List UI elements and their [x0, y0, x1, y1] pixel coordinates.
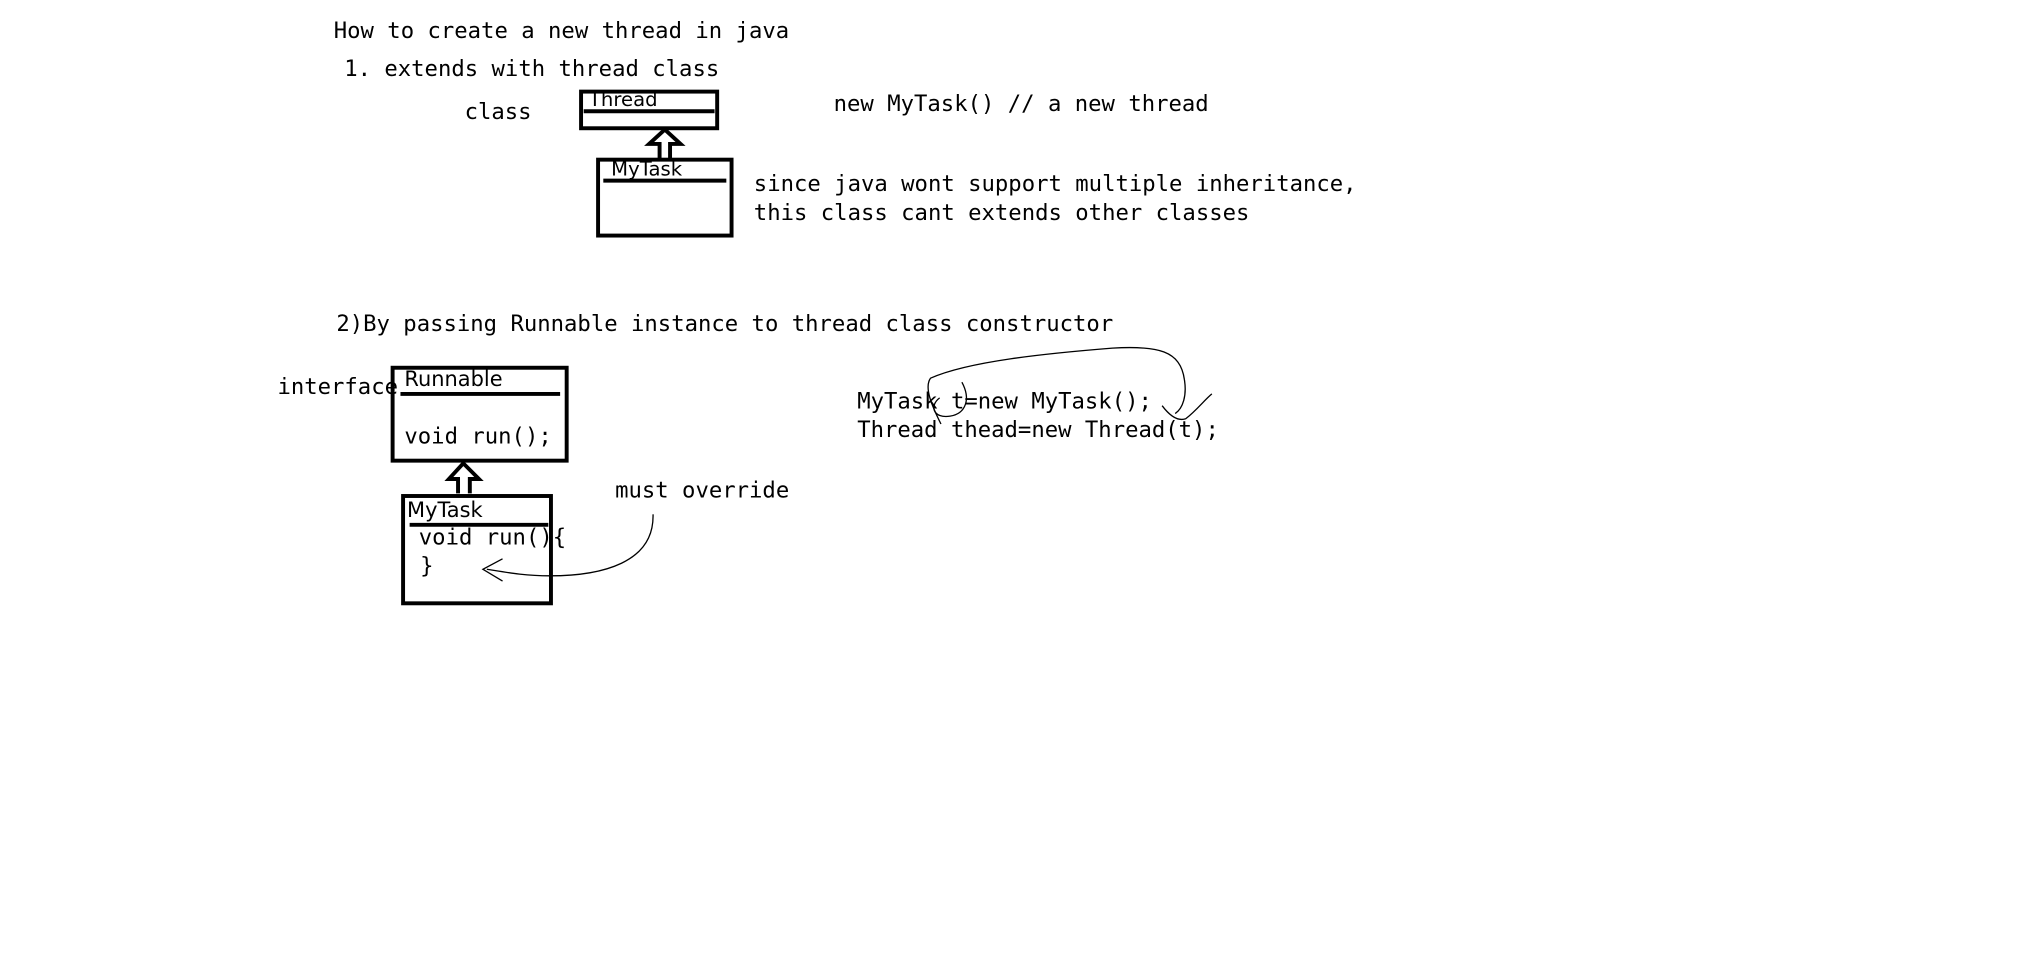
mytask-run-method-close: }: [420, 553, 434, 580]
thread-class-label: Thread: [588, 87, 658, 112]
extends-arrow-1: [644, 126, 686, 159]
page-title: How to create a new thread in java: [333, 18, 790, 45]
new-mytask-code: new MyTask() // a new thread: [833, 91, 1209, 118]
runnable-run-method: void run();: [404, 424, 552, 451]
interface-keyword: interface: [277, 374, 399, 401]
inheritance-note-line1: since java wont support multiple inherit…: [753, 171, 1357, 198]
mytask-run-method-open: void run(){: [418, 524, 567, 551]
inheritance-note-line2: this class cant extends other classes: [753, 200, 1250, 227]
must-override-annotation: must override: [615, 477, 790, 504]
runnable-code-line2: Thread thead=new Thread(t);: [857, 417, 1219, 444]
whiteboard-canvas: How to create a new thread in java 1. ex…: [0, 0, 2022, 980]
mytask-class-label-1: MyTask: [611, 157, 683, 181]
runnable-interface-label: Runnable: [404, 366, 503, 392]
runnable-code-line1: MyTask t=new MyTask();: [857, 388, 1152, 415]
section2-heading: 2)By passing Runnable instance to thread…: [336, 311, 1114, 338]
implements-arrow: [444, 460, 484, 494]
class-keyword: class: [464, 99, 532, 126]
reference-tick: [1161, 393, 1213, 421]
section1-heading: 1. extends with thread class: [344, 56, 720, 83]
mytask-class-label-2: MyTask: [407, 497, 483, 523]
diagram-drawing: [390, 89, 1213, 606]
